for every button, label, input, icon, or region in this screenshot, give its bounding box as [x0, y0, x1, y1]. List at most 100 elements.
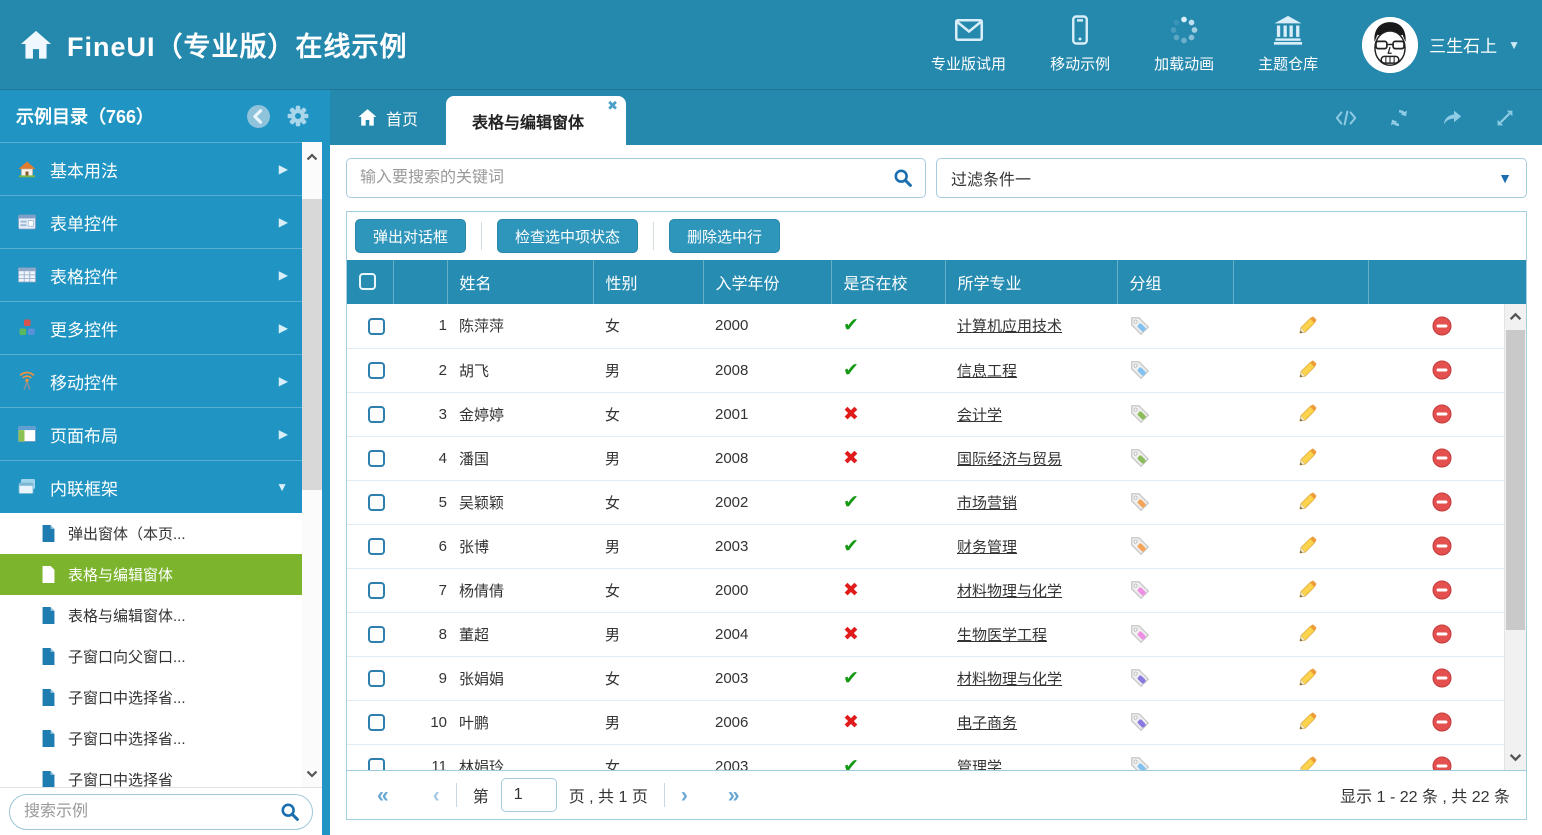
row-checkbox[interactable] [368, 670, 385, 687]
delete-icon[interactable] [1432, 492, 1452, 512]
collapse-sidebar-icon[interactable] [246, 104, 271, 129]
tab-home[interactable]: 首页 [330, 90, 446, 145]
close-icon[interactable]: ✖ [607, 98, 618, 114]
chevron-down-icon[interactable] [306, 770, 318, 778]
delete-icon[interactable] [1432, 756, 1452, 770]
edit-icon[interactable] [1297, 404, 1317, 424]
first-page-button[interactable]: « [377, 785, 389, 806]
table-row[interactable]: 9张娟娟女2003✔材料物理与化学 [347, 656, 1504, 700]
major-link[interactable]: 材料物理与化学 [957, 583, 1062, 600]
edit-icon[interactable] [1297, 580, 1317, 600]
sidebar-scrollbar[interactable] [302, 142, 322, 787]
table-scrollbar-thumb[interactable] [1506, 330, 1525, 630]
search-icon[interactable] [893, 168, 913, 188]
tag-icon[interactable] [1129, 447, 1151, 469]
table-row[interactable]: 2胡飞男2008✔信息工程 [347, 348, 1504, 392]
tag-icon[interactable] [1129, 535, 1151, 557]
table-row[interactable]: 7杨倩倩女2000✖材料物理与化学 [347, 568, 1504, 612]
tab-active[interactable]: 表格与编辑窗体 ✖ [446, 96, 626, 145]
tag-icon[interactable] [1129, 403, 1151, 425]
sidebar-group-iframe[interactable]: 内联框架 ▼ [0, 460, 302, 513]
next-page-button[interactable]: › [681, 785, 688, 806]
tag-icon[interactable] [1129, 755, 1151, 770]
table-row[interactable]: 4潘国男2008✖国际经济与贸易 [347, 436, 1504, 480]
sidebar-group-more[interactable]: 更多控件 ▶ [0, 301, 302, 354]
keyword-search-input[interactable] [347, 169, 893, 187]
toolbar-button-check[interactable]: 检查选中项状态 [497, 219, 638, 253]
row-checkbox[interactable] [368, 362, 385, 379]
edit-icon[interactable] [1297, 756, 1317, 770]
tag-icon[interactable] [1129, 623, 1151, 645]
expand-icon[interactable] [1494, 108, 1516, 128]
sidebar-subitem[interactable]: 子窗口中选择省 [0, 759, 302, 787]
sidebar-subitem[interactable]: 子窗口中选择省... [0, 677, 302, 718]
tag-icon[interactable] [1129, 491, 1151, 513]
sidebar-group-layout[interactable]: 页面布局 ▶ [0, 407, 302, 460]
edit-icon[interactable] [1297, 316, 1317, 336]
major-link[interactable]: 会计学 [957, 407, 1002, 424]
tag-icon[interactable] [1129, 579, 1151, 601]
row-checkbox[interactable] [368, 758, 385, 770]
chevron-up-icon[interactable] [1509, 312, 1522, 321]
last-page-button[interactable]: » [728, 785, 740, 806]
user-menu[interactable]: 三生石上 ▼ [1362, 17, 1520, 73]
select-all-checkbox[interactable] [359, 273, 376, 290]
table-row[interactable]: 5吴颖颖女2002✔市场营销 [347, 480, 1504, 524]
sidebar-search-input[interactable] [22, 802, 280, 822]
row-checkbox[interactable] [368, 318, 385, 335]
row-checkbox[interactable] [368, 450, 385, 467]
toolbar-button-dialog[interactable]: 弹出对话框 [355, 219, 466, 253]
major-link[interactable]: 管理学 [957, 759, 1002, 771]
row-checkbox[interactable] [368, 626, 385, 643]
header-action-loading[interactable]: 加载动画 [1154, 15, 1214, 74]
table-row[interactable]: 3金婷婷女2001✖会计学 [347, 392, 1504, 436]
delete-icon[interactable] [1432, 624, 1452, 644]
table-row[interactable]: 11林娟玲女2003✔管理学 [347, 744, 1504, 770]
major-link[interactable]: 市场营销 [957, 495, 1017, 512]
sidebar-group-basic[interactable]: 基本用法 ▶ [0, 142, 302, 195]
row-checkbox[interactable] [368, 406, 385, 423]
major-link[interactable]: 财务管理 [957, 539, 1017, 556]
page-number-input[interactable] [501, 778, 557, 812]
tag-icon[interactable] [1129, 315, 1151, 337]
delete-icon[interactable] [1432, 448, 1452, 468]
header-action-theme[interactable]: 主题仓库 [1258, 15, 1318, 74]
sidebar-subitem[interactable]: 子窗口向父窗口... [0, 636, 302, 677]
edit-icon[interactable] [1297, 712, 1317, 732]
major-link[interactable]: 材料物理与化学 [957, 671, 1062, 688]
sidebar-subitem[interactable]: 弹出窗体（本页... [0, 513, 302, 554]
chevron-down-icon[interactable] [1509, 753, 1522, 762]
sidebar-group-mobile[interactable]: 移动控件 ▶ [0, 354, 302, 407]
row-checkbox[interactable] [368, 538, 385, 555]
gear-icon[interactable] [286, 104, 310, 128]
major-link[interactable]: 生物医学工程 [957, 627, 1047, 644]
row-checkbox[interactable] [368, 714, 385, 731]
sidebar-subitem[interactable]: 表格与编辑窗体 [0, 554, 302, 595]
delete-icon[interactable] [1432, 668, 1452, 688]
edit-icon[interactable] [1297, 668, 1317, 688]
table-row[interactable]: 10叶鹏男2006✖电子商务 [347, 700, 1504, 744]
row-checkbox[interactable] [368, 494, 385, 511]
filter-dropdown[interactable]: 过滤条件一 ▼ [936, 158, 1527, 198]
header-action-trial[interactable]: 专业版试用 [931, 15, 1006, 74]
edit-icon[interactable] [1297, 492, 1317, 512]
table-row[interactable]: 8董超男2004✖生物医学工程 [347, 612, 1504, 656]
table-row[interactable]: 6张博男2003✔财务管理 [347, 524, 1504, 568]
major-link[interactable]: 计算机应用技术 [957, 318, 1062, 335]
tag-icon[interactable] [1129, 711, 1151, 733]
sidebar-group-grid[interactable]: 表格控件 ▶ [0, 248, 302, 301]
prev-page-button[interactable]: ‹ [433, 785, 440, 806]
major-link[interactable]: 国际经济与贸易 [957, 451, 1062, 468]
delete-icon[interactable] [1432, 580, 1452, 600]
toolbar-button-delete[interactable]: 删除选中行 [669, 219, 780, 253]
table-row[interactable]: 1陈萍萍女2000✔计算机应用技术 [347, 304, 1504, 348]
delete-icon[interactable] [1432, 360, 1452, 380]
edit-icon[interactable] [1297, 536, 1317, 556]
sidebar-subitem[interactable]: 子窗口中选择省... [0, 718, 302, 759]
view-source-icon[interactable] [1335, 108, 1357, 128]
sidebar-group-form[interactable]: 表单控件 ▶ [0, 195, 302, 248]
major-link[interactable]: 信息工程 [957, 363, 1017, 380]
row-checkbox[interactable] [368, 582, 385, 599]
sidebar-scrollbar-thumb[interactable] [302, 490, 322, 787]
sidebar-subitem[interactable]: 表格与编辑窗体... [0, 595, 302, 636]
